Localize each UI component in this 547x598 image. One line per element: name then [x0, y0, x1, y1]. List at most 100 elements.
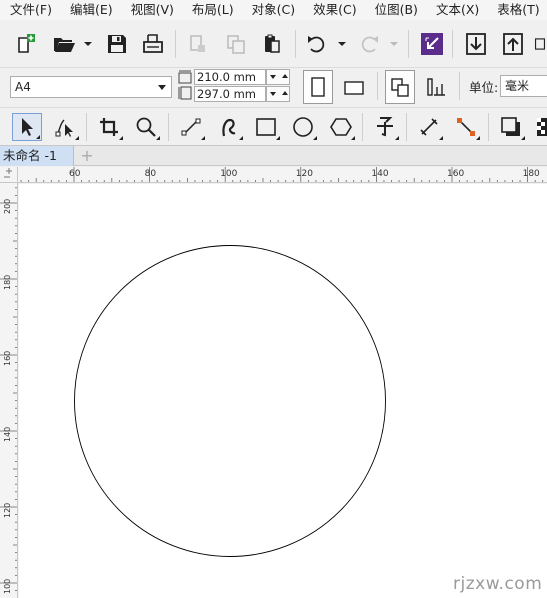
drop-shadow-icon	[501, 117, 520, 136]
zoom-magnifier-icon	[136, 117, 156, 137]
hexagon-icon	[330, 118, 352, 136]
toolbox	[0, 108, 547, 146]
ruler-label: 80	[145, 169, 157, 179]
shape-tool-button[interactable]	[50, 113, 80, 141]
toolbar-divider	[175, 30, 176, 58]
landscape-button[interactable]	[339, 70, 369, 104]
publish-pdf-button[interactable]	[533, 30, 547, 58]
toolbar-divider	[295, 30, 296, 58]
pick-tool-button[interactable]	[12, 113, 42, 141]
import-button[interactable]	[462, 30, 490, 58]
ruler-origin[interactable]	[0, 167, 18, 183]
connector-tool-button[interactable]	[451, 113, 481, 141]
ellipse-tool-button[interactable]	[288, 113, 318, 141]
artistic-media-tool-button[interactable]	[214, 113, 244, 141]
undo-dropdown-icon[interactable]	[338, 42, 346, 46]
new-document-button[interactable]	[12, 30, 40, 58]
menu-table[interactable]: 表格(T)	[488, 0, 547, 20]
ruler-label: 200	[3, 199, 12, 214]
toolbar-divider	[86, 113, 87, 141]
page-width-input[interactable]: 210.0 mm	[194, 69, 266, 85]
drop-shadow-tool-button[interactable]	[496, 113, 526, 141]
undo-button[interactable]	[303, 30, 331, 58]
crop-icon	[100, 118, 118, 136]
toolbar-divider	[488, 113, 489, 141]
export-icon	[503, 33, 523, 55]
pointer-arrow-icon	[22, 118, 33, 136]
ruler-label: 100	[3, 579, 12, 594]
redo-dropdown-icon[interactable]	[390, 42, 398, 46]
menu-object[interactable]: 对象(C)	[243, 0, 304, 20]
portrait-button[interactable]	[303, 70, 333, 104]
vertical-ruler[interactable]: 200 180 160 140 120 100	[0, 183, 18, 598]
ruler-label: 120	[3, 503, 12, 518]
polygon-tool-button[interactable]	[326, 113, 356, 141]
unit-select[interactable]: 毫米	[500, 75, 547, 97]
menu-edit[interactable]: 编辑(E)	[61, 0, 122, 20]
menu-file[interactable]: 文件(F)	[0, 0, 61, 20]
property-bar: A4 210.0 mm 297.0 mm 单位: 毫米	[0, 68, 547, 108]
standard-toolbar	[0, 20, 547, 68]
rectangle-tool-button[interactable]	[251, 113, 281, 141]
save-button[interactable]	[103, 30, 131, 58]
copy-button[interactable]	[222, 30, 250, 58]
transparency-tool-button[interactable]	[533, 113, 547, 141]
landscape-page-icon	[344, 81, 364, 95]
open-dropdown-icon[interactable]	[84, 42, 92, 46]
ruler-label: 120	[296, 169, 313, 179]
canvas-drawing	[74, 245, 386, 557]
ruler-label: 140	[371, 169, 388, 179]
line-pen-icon	[181, 118, 201, 136]
page-height-input[interactable]: 297.0 mm	[194, 86, 266, 102]
new-document-icon	[18, 34, 35, 53]
export-button[interactable]	[499, 30, 527, 58]
shape-node-icon	[55, 119, 73, 137]
open-button[interactable]	[50, 30, 78, 58]
text-character-icon	[377, 117, 393, 137]
page-width-spinner[interactable]	[266, 69, 290, 85]
page-height-icon	[178, 86, 192, 100]
current-page-button[interactable]	[421, 70, 451, 104]
crop-tool-button[interactable]	[94, 113, 124, 141]
horizontal-ruler-ticks: 60 80 100 120 140 160 180	[20, 167, 544, 182]
all-pages-button[interactable]	[385, 70, 415, 104]
import-icon	[466, 33, 486, 55]
menu-bar: 文件(F) 编辑(E) 视图(V) 布局(L) 对象(C) 效果(C) 位图(B…	[0, 0, 547, 20]
folder-open-icon	[54, 38, 75, 52]
menu-layout[interactable]: 布局(L)	[183, 0, 243, 20]
menu-text[interactable]: 文本(X)	[427, 0, 488, 20]
toolbar-divider	[362, 113, 363, 141]
ellipse-object[interactable]	[74, 245, 386, 557]
ruler-label: 100	[220, 169, 237, 179]
search-content-button[interactable]	[418, 30, 446, 58]
import-arrow-purple-icon	[421, 33, 443, 55]
add-document-icon[interactable]: +	[79, 148, 95, 164]
paste-button[interactable]	[258, 30, 286, 58]
menu-effects[interactable]: 效果(C)	[304, 0, 365, 20]
cut-icon	[190, 35, 205, 52]
page-height-spinner[interactable]	[266, 86, 290, 102]
freehand-tool-button[interactable]	[176, 113, 206, 141]
zoom-tool-button[interactable]	[131, 113, 161, 141]
ellipse-icon	[293, 117, 313, 137]
connector-line-icon	[457, 118, 475, 136]
ruler-label: 180	[523, 169, 540, 179]
page-width-icon	[178, 70, 192, 84]
document-tab-bar: 未命名 -1 +	[0, 146, 547, 166]
ruler-label: 140	[3, 427, 12, 442]
drawing-canvas[interactable]	[19, 184, 547, 598]
undo-icon	[308, 36, 325, 53]
cut-button[interactable]	[184, 30, 212, 58]
ruler-origin-icon	[4, 168, 12, 178]
menu-view[interactable]: 视图(V)	[122, 0, 183, 20]
page-size-value: A4	[15, 80, 31, 94]
text-tool-button[interactable]	[370, 113, 400, 141]
horizontal-ruler[interactable]: 60 80 100 120 140 160 180	[18, 167, 547, 183]
page-size-select[interactable]: A4	[10, 76, 172, 98]
print-button[interactable]	[139, 30, 167, 58]
dimension-tool-button[interactable]	[414, 113, 444, 141]
menu-bitmaps[interactable]: 位图(B)	[366, 0, 427, 20]
document-tab[interactable]: 未命名 -1	[0, 146, 74, 166]
watermark: rjzxw.com	[453, 574, 543, 594]
redo-button[interactable]	[355, 30, 383, 58]
